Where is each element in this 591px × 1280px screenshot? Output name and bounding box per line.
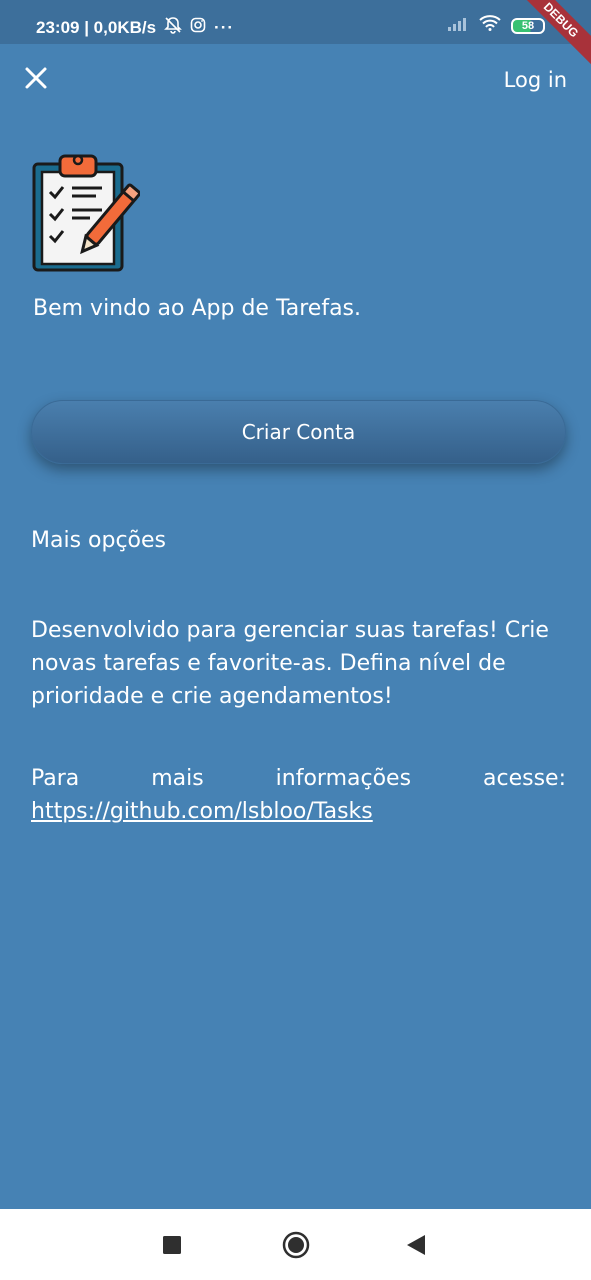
signal-icon	[447, 16, 469, 36]
status-left: 23:09 | 0,0KB/s ···	[36, 16, 234, 39]
wifi-icon	[479, 15, 501, 36]
create-account-button[interactable]: Criar Conta	[31, 400, 566, 464]
close-icon[interactable]	[20, 62, 52, 94]
more-dots-icon: ···	[214, 17, 235, 37]
info-line: Para mais informações acesse:	[31, 762, 566, 795]
battery-indicator: 58	[511, 17, 545, 34]
info-paragraph: Para mais informações acesse: https://gi…	[31, 762, 566, 828]
instagram-icon	[190, 17, 206, 38]
system-nav-bar	[0, 1209, 591, 1280]
app-description: Desenvolvido para gerenciar suas tarefas…	[31, 618, 549, 709]
status-time-speed: 23:09 | 0,0KB/s	[36, 17, 157, 37]
login-button[interactable]: Log in	[504, 68, 567, 92]
more-options-label[interactable]: Mais opções	[31, 528, 166, 553]
info-word: informações	[275, 766, 412, 791]
recents-square-icon[interactable]	[163, 1236, 181, 1258]
info-word: acesse:	[483, 766, 566, 791]
clipboard-checklist-icon	[30, 150, 141, 274]
info-word: mais	[151, 766, 204, 791]
github-link[interactable]: https://github.com/lsbloo/Tasks	[31, 799, 373, 824]
status-bar: 23:09 | 0,0KB/s ··· 58 DEBUG	[0, 0, 591, 70]
info-word: Para	[31, 766, 80, 791]
app-bar: Log in	[0, 44, 591, 116]
welcome-text: Bem vindo ao App de Tarefas.	[33, 296, 362, 321]
back-triangle-icon[interactable]	[406, 1234, 426, 1260]
muted-bell-icon	[164, 16, 182, 39]
home-circle-icon[interactable]	[282, 1231, 310, 1263]
status-right: 58	[447, 15, 545, 36]
